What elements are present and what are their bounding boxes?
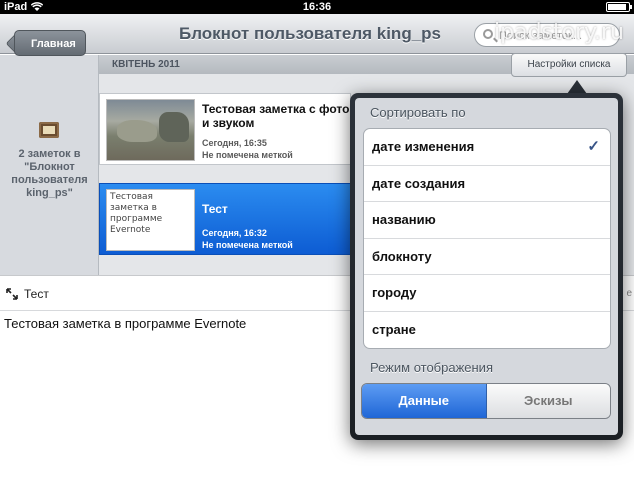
status-time: 16:36 bbox=[302, 1, 332, 13]
display-mode-segmented-control: Данные Эскизы bbox=[361, 383, 611, 419]
note-date: Сегодня, 16:32 bbox=[202, 228, 267, 238]
sort-option-modified[interactable]: дате изменения ✓ bbox=[364, 129, 610, 166]
note-body-text: Тестовая заметка в программе Evernote bbox=[4, 316, 247, 331]
notebook-sidebar: 2 заметок в "Блокнот пользователя king_p… bbox=[0, 55, 99, 275]
navigation-bar: Главная Блокнот пользователя king_ps ipa… bbox=[0, 14, 634, 56]
note-item[interactable]: Тестовая заметка с фото и звуком Сегодня… bbox=[99, 93, 351, 165]
status-bar: iPad 16:36 bbox=[0, 0, 634, 14]
sort-option-city[interactable]: городу bbox=[364, 275, 610, 312]
sort-option-label: дате создания bbox=[372, 175, 466, 191]
notebook-note-count: 2 заметок в "Блокнот пользователя king_p… bbox=[11, 148, 88, 199]
note-text-thumbnail: Тестовая заметка в программе Evernote bbox=[106, 189, 195, 251]
sort-option-country[interactable]: стране bbox=[364, 312, 610, 349]
sort-option-label: городу bbox=[372, 285, 417, 300]
popover-arrow bbox=[567, 80, 587, 94]
note-tag-status: Не помечена меткой bbox=[202, 240, 293, 250]
note-item-selected[interactable]: Тестовая заметка в программе Evernote Те… bbox=[99, 183, 377, 255]
app-window: iPad 16:36 Главная Блокнот пользователя … bbox=[0, 0, 634, 480]
sort-option-label: дате изменения bbox=[372, 139, 475, 154]
list-settings-popover: Сортировать по дате изменения ✓ дате соз… bbox=[350, 93, 623, 440]
checkmark-icon: ✓ bbox=[587, 138, 600, 155]
page-title: Блокнот пользователя king_ps bbox=[179, 24, 441, 43]
sort-option-title[interactable]: названию bbox=[364, 202, 610, 239]
notebook-icon bbox=[39, 122, 59, 138]
list-settings-button[interactable]: Настройки списка bbox=[511, 53, 627, 77]
display-mode-header: Режим отображения bbox=[370, 360, 493, 375]
sort-option-notebook[interactable]: блокноту bbox=[364, 239, 610, 275]
expand-icon[interactable] bbox=[6, 288, 18, 300]
note-title: Тестовая заметка с фото и звуком bbox=[202, 102, 350, 130]
sort-options-list: дате изменения ✓ дате создания названию … bbox=[363, 128, 611, 349]
detail-right-fragment: е bbox=[626, 288, 632, 299]
search-input[interactable] bbox=[499, 27, 615, 44]
display-mode-thumbnails-button[interactable]: Эскизы bbox=[486, 384, 610, 418]
note-title: Тест bbox=[202, 202, 228, 216]
note-detail-title: Тест bbox=[24, 287, 49, 301]
battery-icon bbox=[606, 2, 632, 12]
sort-option-label: названию bbox=[372, 212, 436, 227]
sort-option-label: блокноту bbox=[372, 248, 432, 264]
sort-section-header: Сортировать по bbox=[370, 105, 466, 120]
display-mode-data-button[interactable]: Данные bbox=[362, 384, 487, 418]
note-tag-status: Не помечена меткой bbox=[202, 150, 293, 160]
search-field[interactable] bbox=[474, 23, 620, 47]
search-icon bbox=[483, 29, 493, 39]
note-photo-thumbnail bbox=[106, 99, 195, 161]
note-date: Сегодня, 16:35 bbox=[202, 138, 267, 148]
back-button[interactable]: Главная bbox=[14, 30, 86, 56]
sort-option-created[interactable]: дате создания bbox=[364, 166, 610, 202]
sort-option-label: стране bbox=[372, 321, 416, 337]
